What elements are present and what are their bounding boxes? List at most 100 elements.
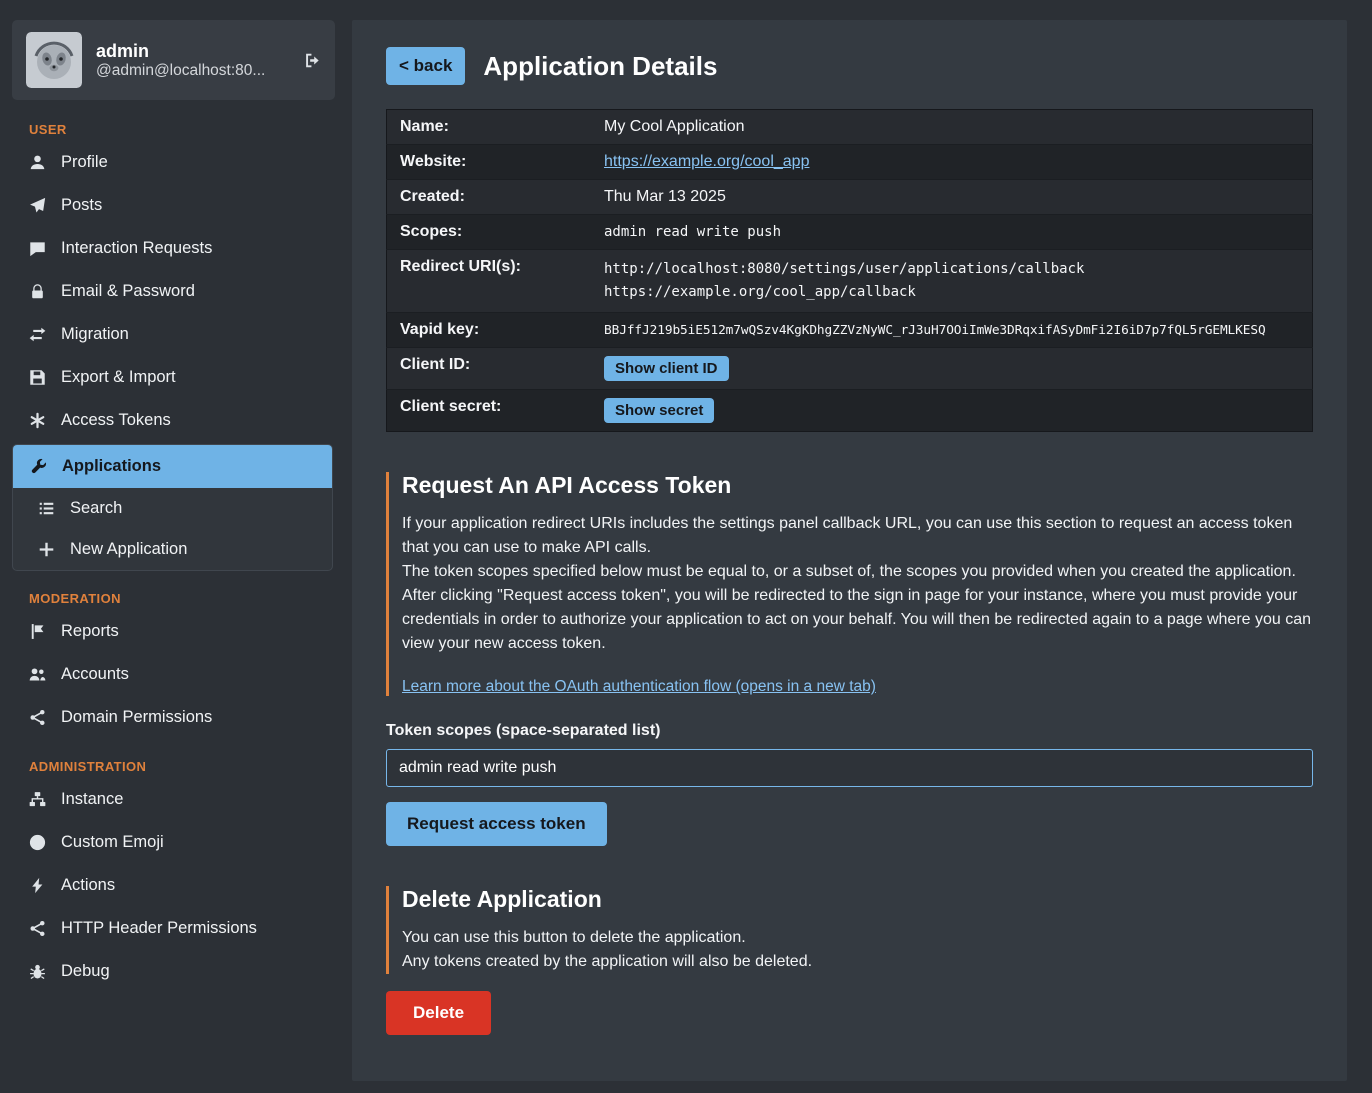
plus-icon [37,541,55,558]
sidebar-item-label: Profile [61,153,108,172]
wrench-icon [29,458,47,475]
redirect-uri-value: https://example.org/cool_app/callback [604,281,1299,304]
table-row-vapid-key: Vapid key: BBJffJ219b5iE512m7wQSzv4KgKDh… [387,313,1313,348]
sidebar-item-label: HTTP Header Permissions [61,919,257,938]
sidebar-item-applications[interactable]: Applications [13,445,332,488]
application-details-table: Name: My Cool Application Website: https… [386,109,1313,432]
section-label-user: USER [29,122,335,137]
token-section-paragraph: If your application redirect URIs includ… [402,512,1313,560]
app-root: admin @admin@localhost:80... USER Profil… [0,0,1372,1093]
lock-icon [28,283,46,300]
sidebar-item-label: Reports [61,622,119,641]
sidebar-item-label: Applications [62,457,161,476]
sidebar: admin @admin@localhost:80... USER Profil… [0,0,345,1093]
smiley-icon [28,834,46,851]
row-label: Redirect URI(s): [387,250,592,313]
table-row-redirect-uris: Redirect URI(s): http://localhost:8080/s… [387,250,1313,313]
show-client-id-button[interactable]: Show client ID [604,356,729,381]
sidebar-item-label: New Application [70,540,187,559]
sidebar-item-label: Posts [61,196,102,215]
sidebar-item-reports[interactable]: Reports [12,610,335,653]
sidebar-item-label: Accounts [61,665,129,684]
sidebar-item-label: Export & Import [61,368,176,387]
sidebar-item-export-import[interactable]: Export & Import [12,356,335,399]
request-access-token-button[interactable]: Request access token [386,802,607,846]
sidebar-section-administration: ADMINISTRATION Instance Custom Emoji Act… [12,759,335,993]
sidebar-item-http-header-permissions[interactable]: HTTP Header Permissions [12,907,335,950]
sidebar-item-search[interactable]: Search [13,488,332,529]
share-nodes-icon [28,709,46,726]
sidebar-item-profile[interactable]: Profile [12,141,335,184]
user-name: admin [96,41,149,61]
user-handle: @admin@localhost:80... [96,62,265,79]
save-icon [28,369,46,386]
sitemap-icon [28,791,46,808]
applications-submenu: Search New Application [13,488,332,570]
sidebar-item-label: Actions [61,876,115,895]
created-value: Thu Mar 13 2025 [604,188,726,205]
website-link[interactable]: https://example.org/cool_app [604,153,809,170]
row-label: Client ID: [387,348,592,390]
token-scopes-input[interactable] [386,749,1313,787]
sidebar-item-label: Access Tokens [61,411,171,430]
sidebar-item-custom-emoji[interactable]: Custom Emoji [12,821,335,864]
table-row-created: Created: Thu Mar 13 2025 [387,180,1313,215]
table-row-website: Website: https://example.org/cool_app [387,145,1313,180]
token-request-intro: Request An API Access Token If your appl… [386,472,1313,696]
sign-out-icon[interactable] [303,52,321,69]
show-secret-button[interactable]: Show secret [604,398,714,423]
sidebar-item-debug[interactable]: Debug [12,950,335,993]
section-label-administration: ADMINISTRATION [29,759,335,774]
sidebar-item-instance[interactable]: Instance [12,778,335,821]
app-name-value: My Cool Application [604,118,745,135]
sidebar-item-migration[interactable]: Migration [12,313,335,356]
sidebar-item-domain-permissions[interactable]: Domain Permissions [12,696,335,739]
exchange-icon [28,326,46,343]
sidebar-item-access-tokens[interactable]: Access Tokens [12,399,335,442]
back-button[interactable]: < back [386,47,465,85]
sidebar-item-email-password[interactable]: Email & Password [12,270,335,313]
list-icon [37,500,55,517]
token-section-paragraph: After clicking "Request access token", y… [402,584,1313,656]
delete-button[interactable]: Delete [386,991,491,1035]
delete-application-section: Delete Application You can use this butt… [386,886,1313,1035]
delete-application-intro: Delete Application You can use this butt… [386,886,1313,974]
token-request-section: Request An API Access Token If your appl… [386,472,1313,846]
user-card[interactable]: admin @admin@localhost:80... [12,20,335,100]
asterisk-icon [28,412,46,429]
application-details-panel: < back Application Details Name: My Cool… [352,20,1347,1081]
redirect-uri-value: http://localhost:8080/settings/user/appl… [604,258,1299,281]
sidebar-item-posts[interactable]: Posts [12,184,335,227]
avatar [26,32,82,88]
token-scopes-label: Token scopes (space-separated list) [386,722,1313,740]
token-section-title: Request An API Access Token [402,472,1313,499]
sidebar-item-label: Debug [61,962,110,981]
sidebar-item-interaction-requests[interactable]: Interaction Requests [12,227,335,270]
sidebar-item-label: Instance [61,790,123,809]
sidebar-section-user: USER Profile Posts Interaction Requests … [12,122,335,571]
delete-section-paragraph: You can use this button to delete the ap… [402,926,1313,950]
sidebar-item-accounts[interactable]: Accounts [12,653,335,696]
sidebar-item-label: Email & Password [61,282,195,301]
sidebar-group-applications: Applications Search New Application [12,444,333,571]
share-nodes-icon [28,920,46,937]
users-icon [28,666,46,683]
bolt-icon [28,877,46,894]
user-icon [28,154,46,171]
row-label: Client secret: [387,390,592,432]
delete-section-paragraph: Any tokens created by the application wi… [402,950,1313,974]
paper-plane-icon [28,197,46,214]
sidebar-item-label: Custom Emoji [61,833,164,852]
section-label-moderation: MODERATION [29,591,335,606]
row-label: Website: [387,145,592,180]
sidebar-item-new-application[interactable]: New Application [13,529,332,570]
table-row-name: Name: My Cool Application [387,110,1313,145]
row-label: Created: [387,180,592,215]
oauth-docs-link[interactable]: Learn more about the OAuth authenticatio… [402,678,876,696]
sidebar-item-actions[interactable]: Actions [12,864,335,907]
user-meta: admin @admin@localhost:80... [96,41,289,80]
delete-section-title: Delete Application [402,886,1313,913]
page-title: Application Details [483,51,717,82]
token-section-paragraph: The token scopes specified below must be… [402,560,1313,584]
bug-icon [28,963,46,980]
